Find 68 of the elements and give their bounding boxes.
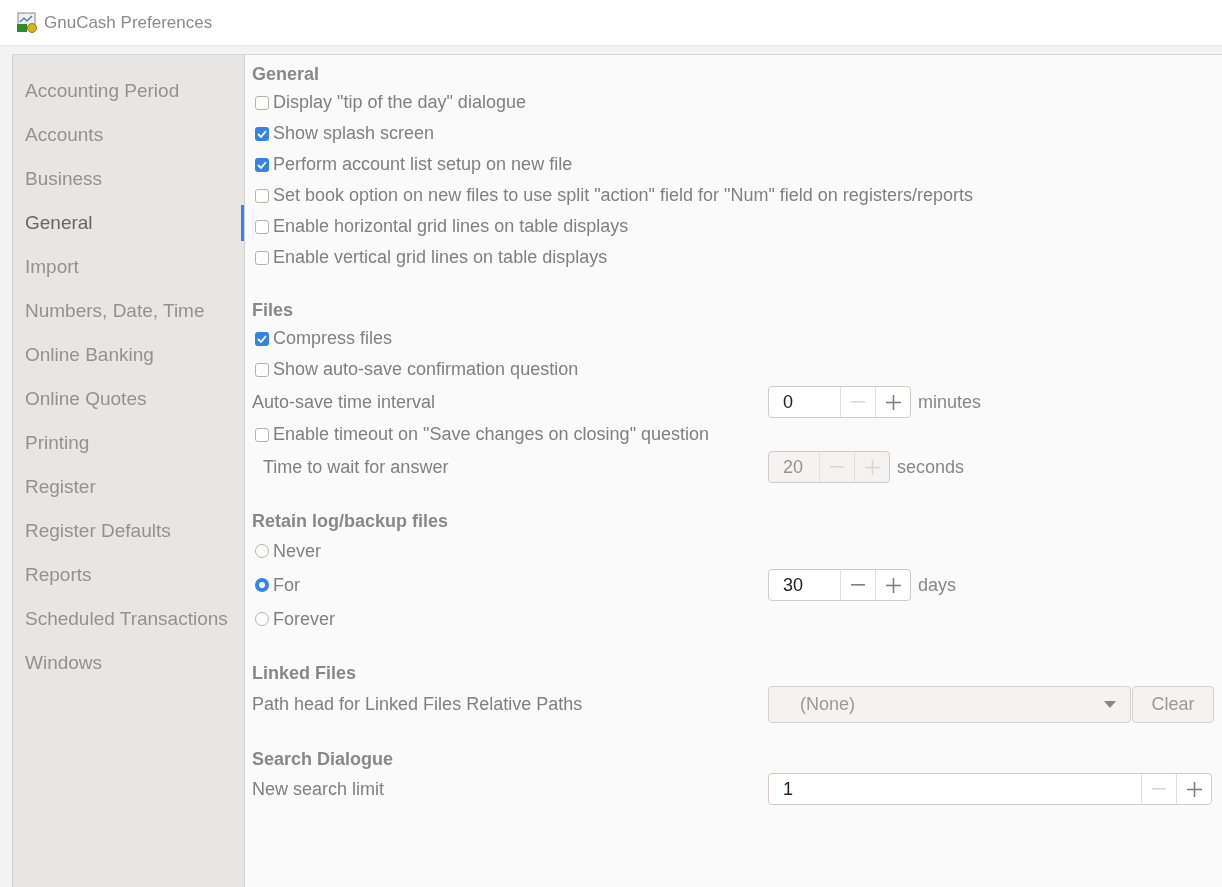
- radio-button[interactable]: [255, 612, 269, 626]
- checkbox[interactable]: [255, 188, 269, 203]
- minus-icon: [1152, 788, 1166, 790]
- checkbox-option[interactable]: Enable timeout on "Save changes on closing" question: [252, 424, 710, 445]
- dropdown[interactable]: (None): [768, 685, 1131, 723]
- spin-field[interactable]: 30: [768, 569, 911, 601]
- checkmark-icon: [257, 129, 267, 138]
- checkbox-option[interactable]: Show auto-save confirmation question: [252, 359, 579, 380]
- sidebar-item[interactable]: Register Defaults: [13, 509, 244, 553]
- radio-option[interactable]: Never: [252, 540, 768, 562]
- sidebar-item[interactable]: Online Quotes: [13, 377, 244, 421]
- unit-label: minutes: [918, 391, 982, 413]
- app-icon: [16, 11, 38, 34]
- plus-icon: [885, 577, 901, 593]
- sidebar-item[interactable]: Printing: [13, 421, 244, 465]
- sidebar-item[interactable]: Scheduled Transactions: [13, 597, 244, 641]
- plus-icon: [1186, 781, 1202, 797]
- sidebar-item[interactable]: Import: [13, 245, 244, 289]
- checkbox-option[interactable]: Show splash screen: [252, 123, 435, 144]
- checkbox-option[interactable]: Display "tip of the day" dialogue: [252, 92, 526, 113]
- minus-icon: [851, 401, 865, 403]
- field-label: Time to wait for answer: [262, 456, 450, 478]
- unit-label: seconds: [897, 456, 965, 478]
- radio-option[interactable]: Forever: [252, 608, 768, 630]
- plus-icon: [864, 459, 880, 475]
- sidebar-item[interactable]: Numbers, Date, Time: [13, 289, 244, 333]
- checkbox[interactable]: [255, 331, 269, 346]
- minus-icon: [851, 584, 865, 586]
- plus-icon: [885, 394, 901, 410]
- checkbox[interactable]: [255, 219, 269, 234]
- checkbox-option[interactable]: Compress files: [252, 328, 393, 349]
- checkbox[interactable]: [255, 95, 269, 110]
- section-heading: Linked Files: [252, 661, 358, 685]
- sidebar-item[interactable]: Register: [13, 465, 244, 509]
- sidebar-item[interactable]: Accounting Period: [13, 69, 244, 113]
- checkbox-option[interactable]: Enable horizontal grid lines on table displays: [252, 216, 629, 237]
- caret-icon: [1104, 700, 1116, 708]
- checkbox[interactable]: [255, 157, 269, 172]
- field-label: Auto-save time interval: [252, 391, 437, 413]
- selection-indicator: [241, 205, 244, 241]
- section-heading: Retain log/backup files: [252, 509, 450, 533]
- sidebar-item[interactable]: Windows: [13, 641, 244, 685]
- section-heading: Files: [252, 298, 295, 322]
- section-heading: Search Dialogue: [252, 747, 395, 771]
- checkbox-option[interactable]: Enable vertical grid lines on table displays: [252, 247, 608, 268]
- sidebar-item[interactable]: Accounts: [13, 113, 244, 157]
- sidebar-item[interactable]: Reports: [13, 553, 244, 597]
- sidebar-item[interactable]: Business: [13, 157, 244, 201]
- section-heading: General: [252, 62, 321, 86]
- checkbox[interactable]: [255, 250, 269, 265]
- checkbox-option[interactable]: Set book option on new files to use split "action" field for "Num" field on registers/reports: [252, 185, 973, 206]
- checkmark-icon: [257, 160, 267, 169]
- sidebar-item[interactable]: General: [13, 201, 244, 245]
- checkbox[interactable]: [255, 126, 269, 141]
- clear-button[interactable]: Clear: [1132, 685, 1214, 723]
- field-label: Path head for Linked Files Relative Paths: [252, 693, 584, 715]
- checkbox[interactable]: [255, 362, 269, 377]
- checkbox[interactable]: [255, 427, 269, 442]
- radio-button[interactable]: [255, 544, 269, 558]
- sidebar-item[interactable]: Online Banking: [13, 333, 244, 377]
- number-input[interactable]: 30: [769, 570, 840, 600]
- checkmark-icon: [257, 334, 267, 343]
- unit-label: days: [918, 574, 957, 596]
- radio-button[interactable]: [255, 578, 269, 592]
- field-label: New search limit: [252, 778, 386, 800]
- window-title: GnuCash Preferences: [44, 12, 213, 33]
- checkbox-option[interactable]: Perform account list setup on new file: [252, 154, 573, 175]
- radio-option[interactable]: For: [252, 574, 768, 596]
